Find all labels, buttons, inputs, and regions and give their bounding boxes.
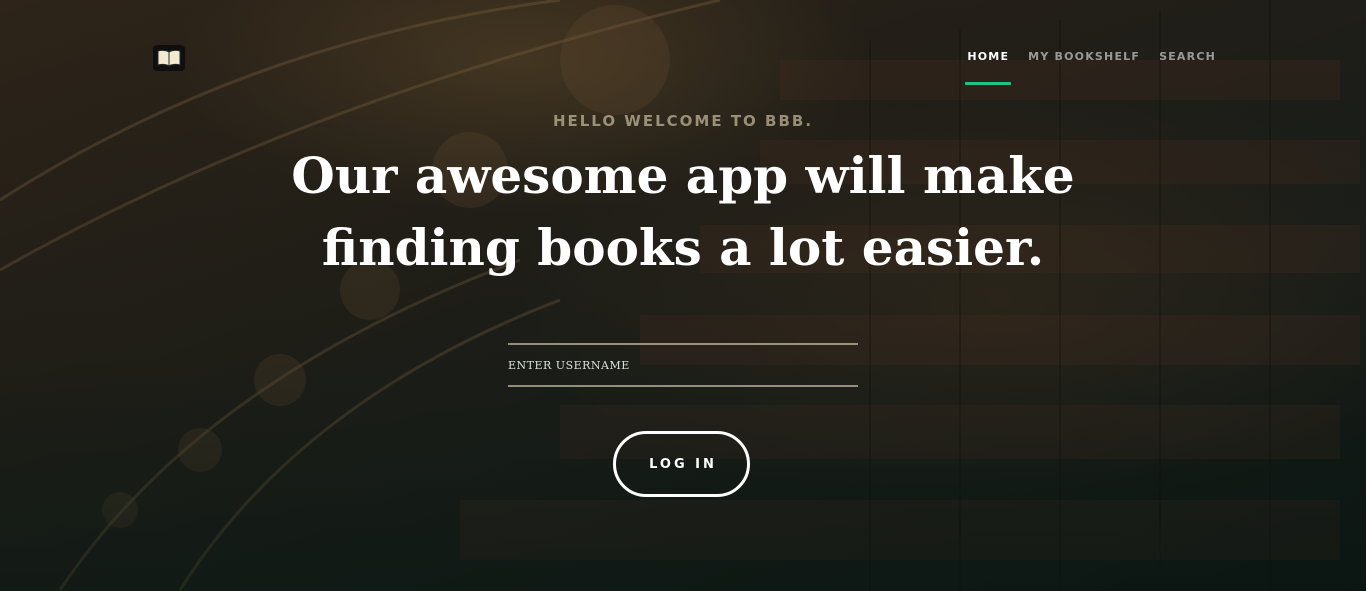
logo-link[interactable] [153,45,185,71]
login-button[interactable]: LOG IN [613,431,750,497]
nav-home[interactable]: HOME [965,50,1011,85]
username-field-wrapper [508,343,858,387]
headline-line-1: Our awesome app will make [291,146,1075,205]
nav-search[interactable]: SEARCH [1159,50,1216,63]
open-book-icon [157,49,181,67]
username-input[interactable] [508,345,858,385]
headline-line-2: finding books a lot easier. [321,218,1045,277]
dark-overlay [0,0,1366,591]
nav-my-bookshelf[interactable]: MY BOOKSHELF [1028,50,1140,63]
welcome-eyebrow: HELLO WELCOME TO BBB. [552,112,814,130]
main-navigation: HOME MY BOOKSHELF SEARCH [965,50,1216,85]
hero-headline: Our awesome app will make finding books … [0,140,1366,284]
